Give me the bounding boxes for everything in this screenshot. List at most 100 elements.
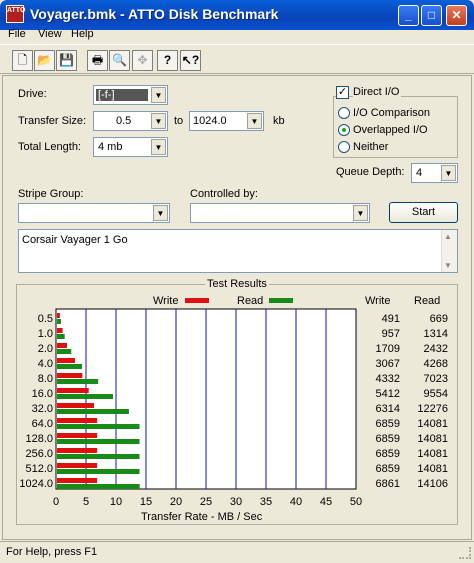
write-bar	[57, 433, 98, 438]
write-value: 5412	[376, 388, 400, 400]
queue-depth-label: Queue Depth:	[336, 166, 405, 178]
save-icon[interactable]: 💾	[56, 50, 77, 71]
x-tick-label: 50	[350, 496, 362, 508]
menu-bar: File View Help	[0, 26, 474, 44]
read-bar	[57, 484, 140, 489]
chevron-down-icon[interactable]: ▼	[151, 139, 166, 155]
help-icon[interactable]: ?	[157, 50, 178, 71]
menu-file[interactable]: File	[8, 28, 26, 40]
context-help-icon[interactable]: ↖?	[180, 50, 201, 71]
drive-select[interactable]: [-f-] ▼	[93, 85, 168, 105]
start-button[interactable]: Start	[389, 202, 458, 223]
scroll-down-icon[interactable]: ▼	[444, 261, 452, 270]
y-tick-label: 1024.0	[19, 478, 53, 490]
chevron-down-icon[interactable]: ▼	[441, 165, 456, 181]
write-value: 6859	[376, 433, 400, 445]
description-scrollbar[interactable]: ▲ ▼	[441, 230, 457, 272]
chevron-down-icon[interactable]: ▼	[247, 113, 262, 129]
read-value: 1314	[424, 328, 448, 340]
queue-depth-select[interactable]: 4 ▼	[411, 163, 458, 183]
write-bar	[57, 328, 63, 333]
description-textarea[interactable]: Corsair Vayager 1 Go ▲ ▼	[18, 229, 458, 273]
write-value: 6859	[376, 418, 400, 430]
kb-label: kb	[273, 115, 285, 127]
drive-label: Drive:	[18, 88, 47, 100]
minimize-button[interactable]: _	[398, 5, 419, 26]
toolbar: 🗋 📂 💾 🖶 🔍 ✥ ? ↖?	[0, 44, 474, 74]
stripe-group-label: Stripe Group:	[18, 188, 84, 200]
read-bar	[57, 424, 140, 429]
scroll-up-icon[interactable]: ▲	[444, 232, 452, 241]
resize-grip-icon[interactable]	[459, 547, 471, 559]
new-icon[interactable]: 🗋	[12, 50, 33, 71]
transfer-size-to-select[interactable]: 1024.0 ▼	[189, 111, 264, 131]
read-bar	[57, 364, 83, 369]
read-value: 14106	[417, 478, 448, 490]
neither-radio[interactable]	[338, 141, 350, 153]
y-tick-label: 8.0	[38, 373, 53, 385]
read-bar	[57, 349, 72, 354]
write-value: 1709	[376, 343, 400, 355]
write-value: 6859	[376, 463, 400, 475]
total-length-value: 4 mb	[98, 141, 123, 153]
chevron-down-icon[interactable]: ▼	[151, 113, 166, 129]
y-tick-label: 128.0	[25, 433, 53, 445]
y-tick-label: 256.0	[25, 448, 53, 460]
status-text: For Help, press F1	[6, 546, 98, 558]
move-icon[interactable]: ✥	[132, 50, 153, 71]
y-tick-label: 64.0	[32, 418, 53, 430]
x-tick-label: 35	[260, 496, 272, 508]
write-bar	[57, 463, 98, 468]
x-tick-label: 5	[83, 496, 89, 508]
legend-write-label: Write	[153, 295, 179, 307]
description-text: Corsair Vayager 1 Go	[22, 234, 128, 246]
read-value: 7023	[424, 373, 448, 385]
x-tick-label: 20	[170, 496, 182, 508]
y-tick-label: 32.0	[32, 403, 53, 415]
read-bar	[57, 454, 140, 459]
legend-read-swatch	[269, 298, 293, 303]
read-bar	[57, 379, 99, 384]
print-icon[interactable]: 🖶	[87, 50, 108, 71]
overlapped-io-label: Overlapped I/O	[353, 124, 428, 136]
y-tick-label: 2.0	[38, 343, 53, 355]
read-bar	[57, 469, 140, 474]
open-icon[interactable]: 📂	[34, 50, 55, 71]
read-value: 2432	[424, 343, 448, 355]
write-value: 6861	[376, 478, 400, 490]
write-bar	[57, 418, 98, 423]
x-tick-label: 30	[230, 496, 242, 508]
to-label: to	[174, 115, 184, 127]
transfer-size-from-select[interactable]: 0.5 ▼	[93, 111, 168, 131]
read-value: 9554	[424, 388, 448, 400]
chevron-down-icon[interactable]: ▼	[151, 87, 166, 103]
read-value: 14081	[417, 433, 448, 445]
stripe-group-select[interactable]: ▼	[18, 203, 170, 223]
y-tick-label: 4.0	[38, 358, 53, 370]
x-axis-label: Transfer Rate - MB / Sec	[141, 511, 263, 523]
menu-help[interactable]: Help	[71, 28, 94, 40]
read-bar	[57, 334, 65, 339]
transfer-size-label: Transfer Size:	[18, 115, 87, 127]
controlled-by-select[interactable]: ▼	[190, 203, 370, 223]
overlapped-io-radio[interactable]	[338, 124, 350, 136]
total-length-label: Total Length:	[18, 141, 81, 153]
total-length-select[interactable]: 4 mb ▼	[93, 137, 168, 157]
maximize-button[interactable]: □	[421, 5, 442, 26]
write-value: 491	[382, 313, 400, 325]
results-title: Test Results	[205, 278, 269, 290]
menu-view[interactable]: View	[38, 28, 62, 40]
read-bar	[57, 439, 140, 444]
write-bar	[57, 403, 94, 408]
print-preview-icon[interactable]: 🔍	[109, 50, 130, 71]
read-bar	[57, 319, 61, 324]
chevron-down-icon[interactable]: ▼	[353, 205, 368, 221]
io-comparison-radio[interactable]	[338, 107, 350, 119]
direct-io-checkbox[interactable]: ✓	[336, 86, 349, 99]
chevron-down-icon[interactable]: ▼	[153, 205, 168, 221]
write-bar	[57, 343, 68, 348]
read-value: 14081	[417, 463, 448, 475]
direct-io-label: Direct I/O	[353, 86, 402, 98]
close-button[interactable]: ✕	[446, 5, 467, 26]
read-column-header: Read	[414, 295, 441, 307]
